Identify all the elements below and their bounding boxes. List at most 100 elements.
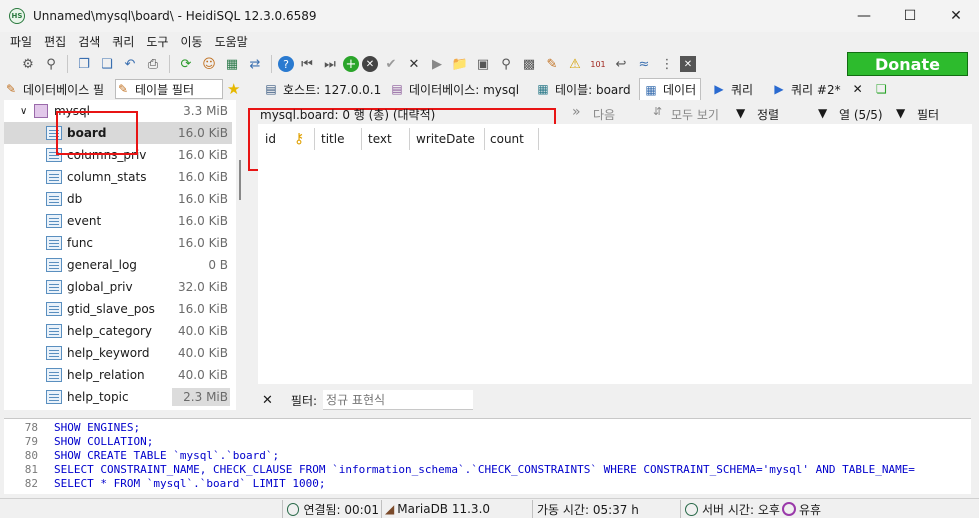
tab-query[interactable]: ▶ 쿼리 [708,78,757,100]
cancel-icon[interactable]: ✕ [404,54,424,74]
save-icon[interactable]: ▣ [473,54,493,74]
format-sql-icon[interactable]: ≈ [634,54,654,74]
main-toolbar: ⚙ ⚲ ❐ ❑ ↶ ⎙ ⟳ ☺ ▦ ⇄ ? ⏮ ⏭ + ✕ ✔ ✕ ▶ 📁 ▣ … [0,50,979,78]
tree-table-row[interactable]: gtid_slave_pos 16.0 KiB [4,298,232,320]
stop-icon[interactable]: ✕ [680,56,696,72]
col-header-writedate[interactable]: writeDate [416,128,475,150]
col-header-count[interactable]: count [490,128,524,150]
table-icon [46,258,62,272]
tree-table-row[interactable]: global_priv 32.0 KiB [4,276,232,298]
sort-chevron-icon[interactable]: ▼ [736,106,745,120]
print-icon[interactable]: ⎙ [143,54,163,74]
connect-icon[interactable]: ⚙ [18,54,38,74]
tab-database[interactable]: ▤ 데이터베이스: mysql [386,78,523,100]
menu-tools[interactable]: 도구 [140,33,174,50]
close-window-button[interactable]: ✕ [933,0,979,32]
open-file-icon[interactable]: 📁 [450,54,470,74]
tree-table-row[interactable]: help_relation 40.0 KiB [4,364,232,386]
tab-table[interactable]: ▦ 테이블: board [532,78,635,100]
menu-query[interactable]: 쿼리 [106,33,140,50]
first-record-icon[interactable]: ⏮ [297,54,317,74]
table-name: help_keyword [67,346,150,360]
table-filter-label: 테이블 필터 [135,82,195,97]
tree-table-row[interactable]: general_log 0 B [4,254,232,276]
tree-scrollbar[interactable] [239,160,241,200]
table-icon [46,346,62,360]
transfer-icon[interactable]: ⇄ [245,54,265,74]
db-filter-box[interactable]: ✎ 데이터베이스 필 [4,79,114,99]
tree-table-row[interactable]: func 16.0 KiB [4,232,232,254]
tree-table-row[interactable]: help_category 40.0 KiB [4,320,232,342]
close-filter-icon[interactable]: ✕ [262,393,273,408]
log-line: 81 SELECT CONSTRAINT_NAME, CHECK_CLAUSE F… [24,463,915,476]
table-filter-box[interactable]: ✎ 테이블 필터 [115,79,223,99]
filter-input[interactable] [323,390,474,410]
columns-chevron-icon[interactable]: ▼ [818,106,827,120]
table-name: event [67,214,102,228]
help-icon[interactable]: ? [278,56,294,72]
show-all-button[interactable]: 모두 보기 [671,106,719,123]
menu-edit[interactable]: 편집 [38,33,72,50]
refresh-icon[interactable]: ⟳ [176,54,196,74]
table-name: general_log [67,258,137,272]
warning-icon[interactable]: ⚠ [565,54,585,74]
table-icon [46,192,62,206]
menu-file[interactable]: 파일 [4,33,38,50]
next-button[interactable]: 다음 [593,106,615,123]
table-icon [46,170,62,184]
delete-record-icon[interactable]: ✕ [362,56,378,72]
chevron-down-icon[interactable]: ∨ [20,106,27,117]
show-all-icon[interactable]: ⇵ [653,105,662,118]
tree-table-row[interactable]: column_stats 16.0 KiB [4,166,232,188]
tab-host[interactable]: ▤ 호스트: 127.0.0.1 [260,78,385,100]
favorite-star-icon[interactable]: ★ [227,79,247,99]
next-icon[interactable]: » [572,104,581,120]
col-header-text[interactable]: text [368,128,392,150]
sql-log[interactable]: 78 SHOW ENGINES; 79 SHOW COLLATION; 80 SHOW… [4,418,971,494]
tab-query-2[interactable]: ▶ 쿼리 #2* ✕ [768,78,867,100]
last-record-icon[interactable]: ⏭ [320,54,340,74]
wrap-icon[interactable]: ↩ [611,54,631,74]
binary-icon[interactable]: 101 [588,54,608,74]
table-icon: ▦ [537,82,549,96]
data-toolbar: mysql.board: 0 행 (총) (대략적) » 다음 ⇵ 모두 보기 … [258,103,972,123]
disconnect-icon[interactable]: ⚲ [41,54,61,74]
col-header-title[interactable]: title [321,128,344,150]
col-header-id[interactable]: id [265,128,276,150]
filter-button[interactable]: 필터 [917,106,939,123]
export-icon[interactable]: ▦ [222,54,242,74]
minimize-button[interactable]: — [841,0,887,32]
tab-table-label: 테이블: board [555,82,631,97]
tab-data[interactable]: ▦ 데이터 [639,78,702,100]
table-size: 40.0 KiB [178,324,228,338]
table-size: 16.0 KiB [178,148,228,162]
undo-icon[interactable]: ↶ [120,54,140,74]
tree-table-row[interactable]: help_keyword 40.0 KiB [4,342,232,364]
data-grid[interactable]: id ⚷ title text writeDate count [258,124,972,384]
tree-table-row[interactable]: help_topic 2.3 MiB [4,386,232,408]
filter-chevron-icon[interactable]: ▼ [896,106,905,120]
columns-button[interactable]: 열 (5/5) [839,106,883,123]
paste-icon[interactable]: ❑ [97,54,117,74]
insert-record-icon[interactable]: + [343,56,359,72]
new-query-tab-icon[interactable]: ❏ [872,78,891,100]
post-record-icon[interactable]: ✔ [381,54,401,74]
tree-table-row[interactable]: event 16.0 KiB [4,210,232,232]
tab-query-2-label: 쿼리 #2* [791,82,841,97]
menu-bar: 파일 편집 검색 쿼리 도구 이동 도움말 [0,32,979,50]
donate-button[interactable]: Donate [847,52,968,76]
close-tab-icon[interactable]: ✕ [853,82,863,96]
user-manager-icon[interactable]: ☺ [199,54,219,74]
menu-go[interactable]: 이동 [174,33,208,50]
sort-button[interactable]: 정렬 [757,106,779,123]
replace-icon[interactable]: ▩ [519,54,539,74]
run-query-icon[interactable]: ▶ [427,54,447,74]
clear-icon[interactable]: ✎ [542,54,562,74]
find-icon[interactable]: ⚲ [496,54,516,74]
menu-search[interactable]: 검색 [72,33,106,50]
copy-icon[interactable]: ❐ [74,54,94,74]
log-text: SELECT CONSTRAINT_NAME, CHECK_CLAUSE FRO… [54,463,915,476]
menu-help[interactable]: 도움말 [209,33,254,50]
tree-table-row[interactable]: db 16.0 KiB [4,188,232,210]
maximize-button[interactable]: ☐ [887,0,933,32]
